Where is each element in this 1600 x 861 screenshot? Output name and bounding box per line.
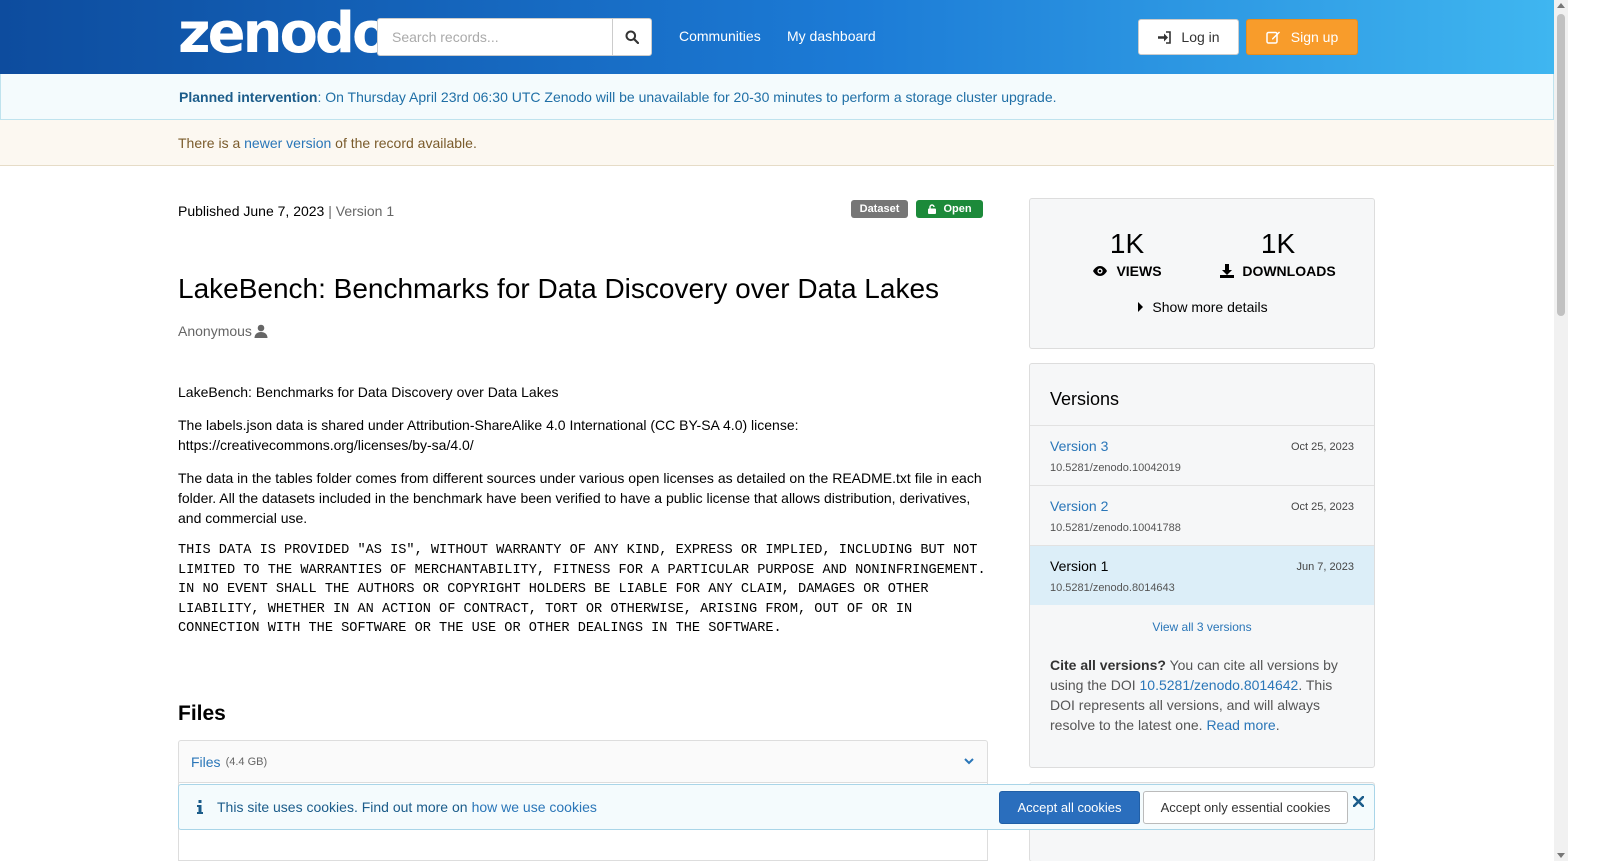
version-date: Jun 7, 2023 [1296,561,1355,573]
sign-in-icon [1158,30,1172,44]
show-more-details-toggle[interactable]: Show more details [1030,299,1376,315]
views-stat: 1K VIEWS [1057,229,1197,279]
accept-all-cookies-button[interactable]: Accept all cookies [999,791,1140,824]
unlock-icon [928,204,937,214]
read-more-link[interactable]: Read more [1206,717,1275,733]
resource-type-badge: Dataset [851,200,908,218]
nav-my-dashboard[interactable]: My dashboard [787,28,876,44]
cookie-text: This site uses cookies. Find out more on [217,799,468,815]
cite-title: Cite all versions? [1050,657,1166,673]
page-scrollbar[interactable] [1554,0,1568,861]
user-icon [254,324,268,338]
scroll-up-arrow-icon[interactable] [1557,3,1565,8]
signup-label: Sign up [1290,29,1339,45]
files-accordion-toggle[interactable]: Files (4.4 GB) [178,740,988,783]
info-icon [197,800,203,814]
stats-card: 1K VIEWS 1K DOWNLOADS Show more details [1029,198,1375,349]
version-item[interactable]: Version 3 Oct 25, 2023 10.5281/zenodo.10… [1030,425,1374,485]
versions-card: Versions Version 3 Oct 25, 2023 10.5281/… [1029,363,1375,768]
cite-all-versions: Cite all versions? You can cite all vers… [1050,655,1360,735]
version-label: | Version 1 [328,203,395,219]
versions-title: Versions [1050,389,1120,409]
downloads-stat: 1K DOWNLOADS [1208,229,1348,279]
cookie-consent-bar: This site uses cookies. Find out more on… [178,784,1375,830]
version-name[interactable]: Version 2 [1050,498,1108,514]
login-label: Log in [1181,29,1220,45]
eye-icon [1093,266,1108,276]
version-date: Oct 25, 2023 [1291,441,1354,453]
newer-version-link[interactable]: newer version [244,135,331,151]
files-accordion-label: Files [191,753,221,770]
version-doi: 10.5281/zenodo.10042019 [1050,462,1181,474]
record-title: LakeBench: Benchmarks for Data Discovery… [178,273,940,304]
search-bar [377,18,652,56]
nav-communities[interactable]: Communities [679,28,761,44]
description-paragraph: The data in the tables folder comes from… [178,470,982,526]
version-item[interactable]: Version 2 Oct 25, 2023 10.5281/zenodo.10… [1030,485,1374,545]
show-more-details-label: Show more details [1152,299,1268,315]
published-date: Published June 7, 2023 [178,203,325,219]
creator[interactable]: Anonymous [178,323,268,339]
accept-essential-cookies-button[interactable]: Accept only essential cookies [1143,791,1348,824]
access-badge: Open [916,200,983,218]
planned-intervention-banner: Planned intervention : On Thursday April… [0,74,1554,120]
search-button[interactable] [612,18,652,56]
login-button[interactable]: Log in [1138,19,1239,55]
intervention-title: Planned intervention [179,88,318,105]
scroll-down-arrow-icon[interactable] [1557,853,1565,858]
newer-version-banner: There is a newer version of the record a… [0,120,1554,166]
version-name: Version 1 [1050,558,1109,574]
description-paragraph: The labels.json data is shared under Att… [178,417,799,453]
files-heading: Files [178,702,226,725]
version-item-current: Version 1 Jun 7, 2023 10.5281/zenodo.801… [1030,545,1374,605]
view-all-versions-link[interactable]: View all 3 versions [1030,620,1374,634]
concept-doi-link[interactable]: 10.5281/zenodo.8014642 [1140,677,1299,693]
publication-info: Published June 7, 2023 | Version 1 [178,203,394,219]
newer-prefix: There is a [178,134,245,151]
views-label: VIEWS [1116,263,1162,279]
access-label: Open [943,203,972,215]
top-navbar: zenodo Communities My dashboard Log in S… [0,0,1554,74]
description-paragraph: LakeBench: Benchmarks for Data Discovery… [178,384,559,400]
version-date: Oct 25, 2023 [1291,501,1354,513]
views-count: 1K [1109,228,1145,259]
search-input[interactable] [377,18,612,56]
newer-suffix: of the record available. [331,134,477,151]
version-name[interactable]: Version 3 [1050,438,1108,454]
download-icon [1220,264,1235,278]
downloads-label: DOWNLOADS [1242,263,1336,279]
zenodo-logo[interactable]: zenodo [178,6,390,62]
chevron-down-icon [964,758,974,765]
close-icon[interactable] [1353,796,1364,807]
cookie-policy-link[interactable]: how we use cookies [472,799,597,815]
creator-name: Anonymous [178,323,252,339]
caret-right-icon [1138,302,1144,312]
license-disclaimer: THIS DATA IS PROVIDED "AS IS", WITHOUT W… [178,543,986,637]
intervention-text: : On Thursday April 23rd 06:30 UTC Zenod… [317,88,1057,105]
signup-button[interactable]: Sign up [1246,19,1358,55]
scrollbar-thumb[interactable] [1557,14,1565,316]
version-doi: 10.5281/zenodo.8014643 [1050,582,1175,594]
edit-icon [1266,31,1280,44]
files-total-size: (4.4 GB) [225,755,268,768]
downloads-count: 1K [1260,228,1296,259]
cite-text: . [1275,717,1280,733]
version-doi: 10.5281/zenodo.10041788 [1050,522,1181,534]
search-icon [625,30,639,44]
